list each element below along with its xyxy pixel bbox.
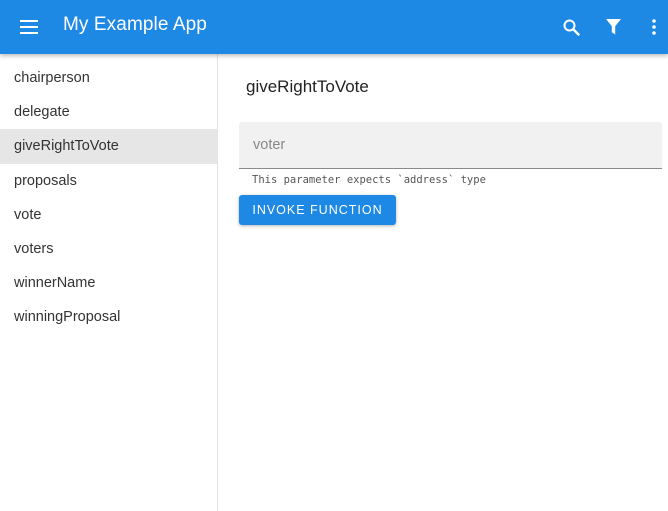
invoke-function-button[interactable]: INVOKE FUNCTION (239, 195, 396, 225)
menu-icon (20, 20, 38, 34)
function-title: giveRightToVote (246, 77, 369, 96)
filter-icon (605, 19, 621, 35)
app-bar: My Example App (0, 0, 668, 54)
sidebar-item-winnerName[interactable]: winnerName (0, 266, 217, 300)
voter-field (239, 122, 662, 169)
sidebar-item-delegate[interactable]: delegate (0, 95, 217, 129)
sidebar-item-proposals[interactable]: proposals (0, 164, 217, 198)
menu-button[interactable] (14, 15, 44, 39)
main-panel: giveRightToVote This parameter expects `… (218, 54, 668, 511)
search-button[interactable] (558, 15, 584, 39)
voter-input[interactable] (239, 122, 662, 168)
sidebar-item-winningProposal[interactable]: winningProposal (0, 300, 217, 334)
search-icon (563, 19, 580, 36)
more-vert-icon (652, 19, 656, 35)
more-options-button[interactable] (641, 15, 667, 39)
sidebar-item-vote[interactable]: vote (0, 198, 217, 232)
parameter-hint: This parameter expects `address` type (252, 174, 486, 186)
sidebar-item-voters[interactable]: voters (0, 232, 217, 266)
sidebar-item-chairperson[interactable]: chairperson (0, 61, 217, 95)
app-title: My Example App (63, 14, 207, 35)
sidebar: chairperson delegate giveRightToVote pro… (0, 54, 218, 511)
filter-button[interactable] (600, 15, 626, 39)
sidebar-item-giveRightToVote[interactable]: giveRightToVote (0, 129, 217, 164)
